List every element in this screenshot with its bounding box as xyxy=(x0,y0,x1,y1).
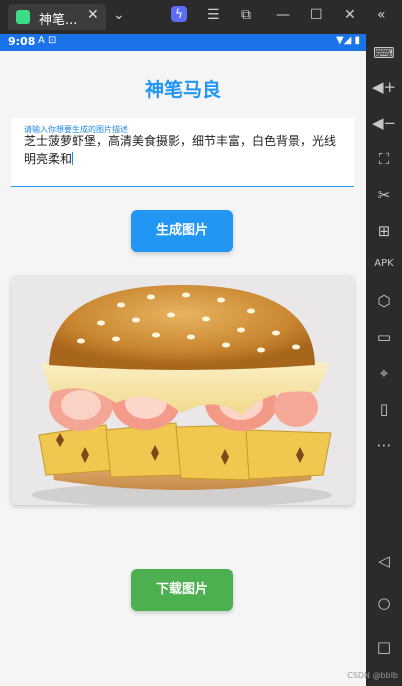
prompt-value: 芝士菠萝虾堡，高清美食摄影，细节丰富，白色背景，光线明亮柔和 xyxy=(24,134,337,166)
generated-image xyxy=(11,275,354,505)
text-caret xyxy=(72,152,74,165)
location-icon[interactable]: ⌖ xyxy=(366,364,402,382)
volume-up-icon[interactable]: ◀+ xyxy=(366,78,402,96)
status-notification-icons: A ⊡ xyxy=(38,35,57,46)
minimize-icon[interactable]: — xyxy=(276,7,290,23)
bolt-icon[interactable]: ϟ xyxy=(171,6,187,22)
prompt-text[interactable]: 芝士菠萝虾堡，高清美食摄影，细节丰富，白色背景，光线明亮柔和 xyxy=(24,132,344,168)
maximize-icon[interactable]: ☐ xyxy=(310,7,323,23)
apk-icon[interactable]: APK xyxy=(366,258,402,269)
tab-title: 神笔... xyxy=(39,13,78,28)
android-icon xyxy=(16,10,30,24)
volume-down-icon[interactable]: ◀− xyxy=(366,114,402,132)
close-icon[interactable]: ✕ xyxy=(344,7,356,23)
emulator-tab-bar: 神笔... ✕ ⌄ ϟ ☰ ⧉ — ☐ ✕ « xyxy=(0,0,402,34)
screenshot-icon[interactable]: ⛶ xyxy=(366,150,402,168)
generate-button[interactable]: 生成图片 xyxy=(131,210,233,252)
prompt-input[interactable]: 请输入你想要生成的图片描述 芝士菠萝虾堡，高清美食摄影，细节丰富，白色背景，光线… xyxy=(11,118,354,187)
app-screen: 神笔马良 请输入你想要生成的图片描述 芝士菠萝虾堡，高清美食摄影，细节丰富，白色… xyxy=(0,51,366,686)
keyboard-icon[interactable]: ⌨ xyxy=(366,44,402,62)
scissors-icon[interactable]: ✂ xyxy=(366,186,402,204)
emulator-sidebar: ⌨ ◀+ ◀− ⛶ ✂ ⊞ APK ⬡ ▭ ⌖ ▯ ⋯ ◁ ○ □ xyxy=(366,34,402,686)
shake-icon[interactable]: ▯ xyxy=(366,400,402,418)
watermark: CSDN @bblb xyxy=(347,671,398,680)
burger-image xyxy=(11,275,354,505)
settings-hex-icon[interactable]: ⬡ xyxy=(366,292,402,310)
resize-icon[interactable]: ⧉ xyxy=(241,7,251,23)
status-signal-battery: ▼◢ ▮ xyxy=(335,35,360,46)
status-time: 9:08 xyxy=(8,35,36,48)
more-icon[interactable]: ⋯ xyxy=(366,436,402,454)
back-icon[interactable]: ◁ xyxy=(366,552,402,570)
status-bar: 9:08 A ⊡ ▼◢ ▮ xyxy=(0,34,366,51)
menu-icon[interactable]: ☰ xyxy=(207,7,220,23)
home-icon[interactable]: ○ xyxy=(366,594,402,612)
add-window-icon[interactable]: ⊞ xyxy=(366,222,402,240)
folder-icon[interactable]: ▭ xyxy=(366,328,402,346)
chevron-down-icon[interactable]: ⌄ xyxy=(113,7,125,23)
download-button[interactable]: 下载图片 xyxy=(131,569,233,611)
recent-apps-icon[interactable]: □ xyxy=(366,638,402,656)
page-title: 神笔马良 xyxy=(144,79,221,101)
tab-close-button[interactable]: ✕ xyxy=(87,7,99,23)
double-chevron-left-icon[interactable]: « xyxy=(377,7,386,23)
app-tab[interactable]: 神笔... ✕ xyxy=(8,4,106,30)
